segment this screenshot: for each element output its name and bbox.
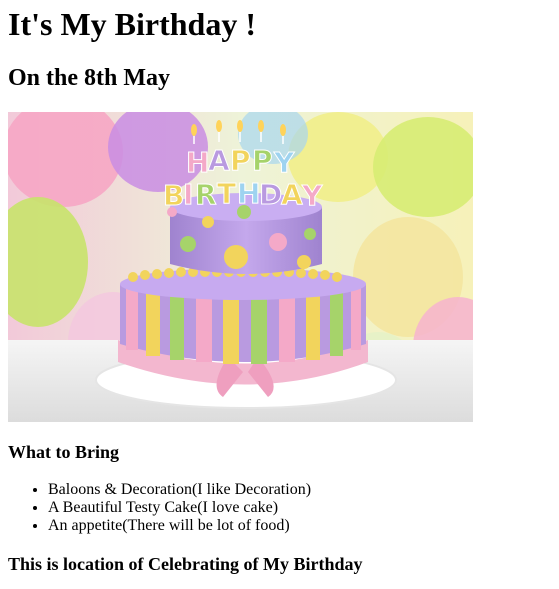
svg-text:I: I (183, 178, 193, 211)
list-item: A Beautiful Testy Cake(I love cake) (48, 499, 551, 517)
page-content: It's My Birthday ! On the 8th May H A P … (0, 0, 559, 575)
svg-text:Y: Y (301, 179, 323, 212)
birthday-cake-image: H A P P Y B I R T H D A Y (8, 112, 473, 422)
svg-text:P: P (252, 144, 273, 177)
svg-text:H: H (186, 146, 209, 179)
svg-text:Y: Y (273, 146, 295, 179)
svg-text:R: R (195, 178, 217, 211)
location-heading: This is location of Celebrating of My Bi… (8, 554, 363, 574)
bring-list: Baloons & Decoration(I like Decoration) … (8, 481, 551, 535)
svg-text:B: B (163, 179, 184, 212)
page-subtitle: On the 8th May (8, 65, 170, 91)
bring-heading: What to Bring (8, 442, 120, 462)
svg-text:D: D (259, 178, 282, 211)
svg-text:A: A (208, 144, 230, 177)
svg-text:T: T (217, 177, 236, 210)
svg-text:P: P (230, 144, 251, 177)
page-title: It's My Birthday ! (8, 6, 256, 42)
svg-text:A: A (281, 178, 303, 211)
svg-text:H: H (237, 177, 260, 210)
list-item: Baloons & Decoration(I like Decoration) (48, 481, 551, 499)
list-item: An appetite(There will be lot of food) (48, 517, 551, 535)
